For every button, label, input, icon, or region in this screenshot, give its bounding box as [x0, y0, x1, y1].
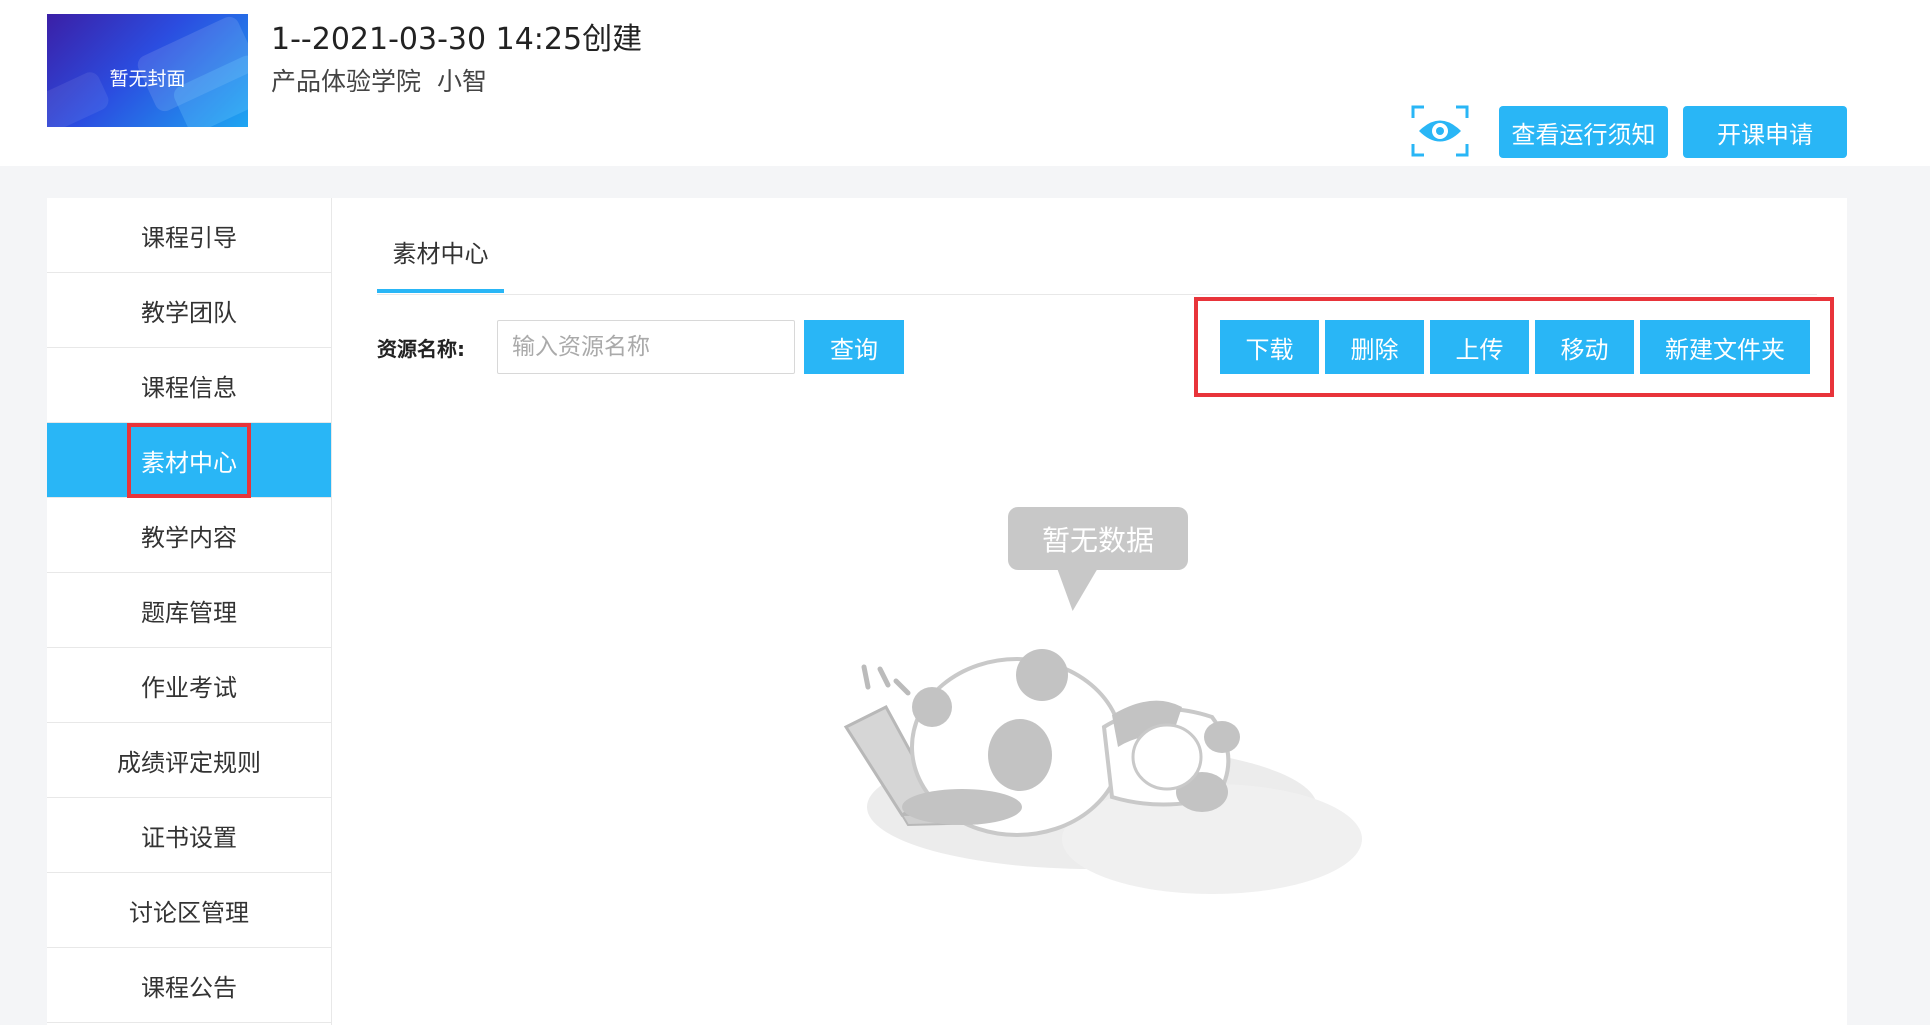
main-content: 资源名称: 查询 下载 删除 上传 移动 新建文件夹 暂无数据	[377, 0, 1834, 1025]
sidebar-item-teaching-content[interactable]: 教学内容	[47, 498, 331, 573]
sidebar-item-label: 教学内容	[141, 523, 237, 552]
sidebar-item-label: 题库管理	[141, 598, 237, 627]
sidebar-item-question-bank[interactable]: 题库管理	[47, 573, 331, 648]
sidebar-item-label: 作业考试	[141, 673, 237, 702]
sidebar-item-discussion-management[interactable]: 讨论区管理	[47, 873, 331, 948]
sidebar-item-label: 证书设置	[141, 823, 237, 852]
sidebar-item-course-info[interactable]: 课程信息	[47, 348, 331, 423]
sidebar-item-course-announcement[interactable]: 课程公告	[47, 948, 331, 1023]
sidebar-item-label: 课程信息	[141, 373, 237, 402]
new-folder-button[interactable]: 新建文件夹	[1640, 320, 1810, 374]
cover-placeholder-text: 暂无封面	[109, 68, 186, 90]
upload-button[interactable]: 上传	[1430, 320, 1529, 374]
sidebar-item-label: 成绩评定规则	[117, 748, 261, 777]
sidebar-item-certificate-settings[interactable]: 证书设置	[47, 798, 331, 873]
sidebar-item-label: 讨论区管理	[129, 898, 249, 927]
sidebar-item-homework-exam[interactable]: 作业考试	[47, 648, 331, 723]
empty-state-text: 暂无数据	[1008, 507, 1188, 570]
sidebar-item-label: 素材中心	[127, 422, 251, 498]
sidebar-item-course-guide[interactable]: 课程引导	[47, 198, 331, 273]
sidebar-item-label: 课程公告	[141, 973, 237, 1002]
course-cover: 暂无封面	[47, 14, 248, 127]
sidebar-item-teaching-team[interactable]: 教学团队	[47, 273, 331, 348]
empty-state: 暂无数据	[822, 307, 1382, 894]
sidebar-item-material-center[interactable]: 素材中心	[47, 422, 331, 498]
resource-name-input[interactable]	[497, 320, 795, 374]
sidebar: 课程引导 教学团队 课程信息 素材中心 教学内容 题库管理 作业考试 成绩评定规…	[47, 198, 332, 1025]
sleeping-panda-illustration	[843, 649, 1362, 894]
sidebar-item-grading-rules[interactable]: 成绩评定规则	[47, 723, 331, 798]
sidebar-item-label: 课程引导	[141, 223, 237, 252]
sidebar-item-label: 教学团队	[141, 298, 237, 327]
search-label: 资源名称:	[377, 337, 465, 361]
move-button[interactable]: 移动	[1535, 320, 1634, 374]
